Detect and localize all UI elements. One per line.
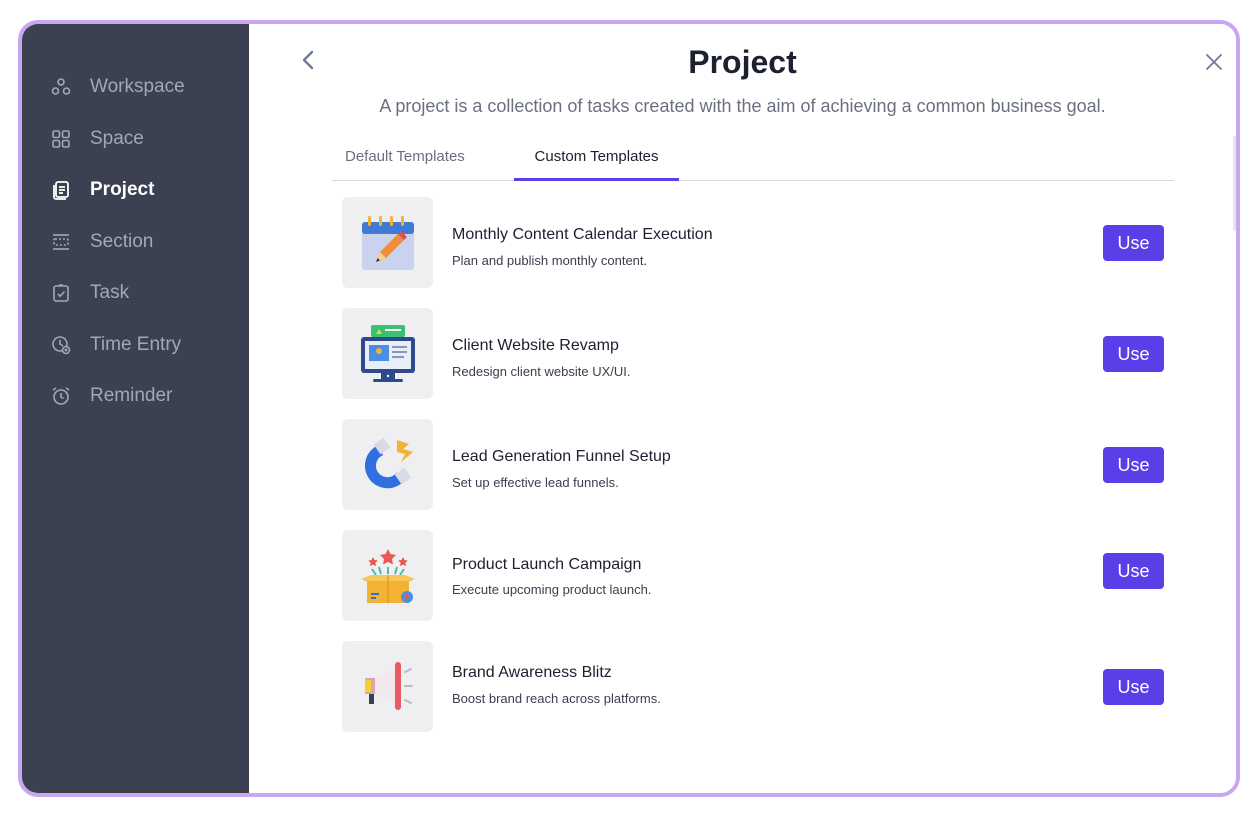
template-row: Lead Generation Funnel Setup Set up effe…: [342, 419, 1164, 511]
tab-default-templates[interactable]: Default Templates: [345, 148, 465, 181]
sidebar-item-label: Space: [90, 128, 144, 149]
page-subtitle: A project is a collection of tasks creat…: [379, 96, 1106, 116]
template-name: Monthly Content Calendar Execution: [452, 226, 713, 243]
calendar-pencil-icon: [342, 197, 433, 288]
sidebar-item-reminder[interactable]: Reminder: [50, 381, 172, 411]
template-description: Execute upcoming product launch.: [452, 582, 652, 597]
template-description: Plan and publish monthly content.: [452, 253, 648, 268]
template-name: Lead Generation Funnel Setup: [452, 448, 671, 465]
monitor-website-icon: [342, 308, 433, 399]
sidebar-item-task[interactable]: Task: [50, 278, 129, 308]
template-description: Boost brand reach across platforms.: [452, 691, 661, 706]
template-row: Product Launch Campaign Execute upcoming…: [342, 530, 1164, 622]
clock-icon: [50, 334, 72, 356]
sidebar-item-project[interactable]: Project: [50, 175, 154, 205]
sidebar-item-label: Section: [90, 231, 154, 252]
page-title: Project: [688, 44, 797, 80]
task-check-icon: [50, 282, 72, 304]
sidebar-item-label: Reminder: [90, 385, 173, 406]
workspace-icon: [50, 76, 72, 98]
sidebar-item-label: Task: [90, 282, 130, 303]
template-name: Brand Awareness Blitz: [452, 664, 612, 681]
use-template-button[interactable]: Use: [1103, 336, 1164, 372]
sidebar-item-workspace[interactable]: Workspace: [50, 72, 185, 102]
modal-frame: Workspace Space Project Section Task Tim…: [18, 20, 1240, 797]
template-row: Client Website Revamp Redesign client we…: [342, 308, 1164, 400]
sidebar-item-label: Workspace: [90, 76, 185, 97]
scrollbar[interactable]: [1233, 136, 1236, 231]
megaphone-icon: [342, 641, 433, 732]
template-description: Redesign client website UX/UI.: [452, 364, 631, 379]
template-row: Monthly Content Calendar Execution Plan …: [342, 197, 1164, 289]
template-description: Set up effective lead funnels.: [452, 475, 619, 490]
tab-custom-templates[interactable]: Custom Templates: [514, 148, 679, 181]
sidebar-item-label: Project: [90, 179, 155, 200]
open-box-icon: [342, 530, 433, 621]
sidebar-item-time-entry[interactable]: Time Entry: [50, 330, 181, 360]
magnet-icon: [342, 419, 433, 510]
sidebar-item-space[interactable]: Space: [50, 124, 144, 154]
template-name: Product Launch Campaign: [452, 556, 642, 573]
main-panel: Project A project is a collection of tas…: [249, 24, 1236, 793]
grid-icon: [50, 128, 72, 150]
sidebar: Workspace Space Project Section Task Tim…: [22, 24, 249, 793]
use-template-button[interactable]: Use: [1103, 669, 1164, 705]
template-name: Client Website Revamp: [452, 337, 619, 354]
section-icon: [50, 231, 72, 253]
template-tabs: Default Templates Custom Templates: [332, 140, 1174, 181]
sidebar-item-section[interactable]: Section: [50, 227, 153, 257]
template-row: Brand Awareness Blitz Boost brand reach …: [342, 641, 1164, 733]
clipboard-icon: [50, 179, 72, 201]
alarm-icon: [50, 385, 72, 407]
use-template-button[interactable]: Use: [1103, 447, 1164, 483]
use-template-button[interactable]: Use: [1103, 553, 1164, 589]
sidebar-item-label: Time Entry: [90, 334, 182, 355]
use-template-button[interactable]: Use: [1103, 225, 1164, 261]
